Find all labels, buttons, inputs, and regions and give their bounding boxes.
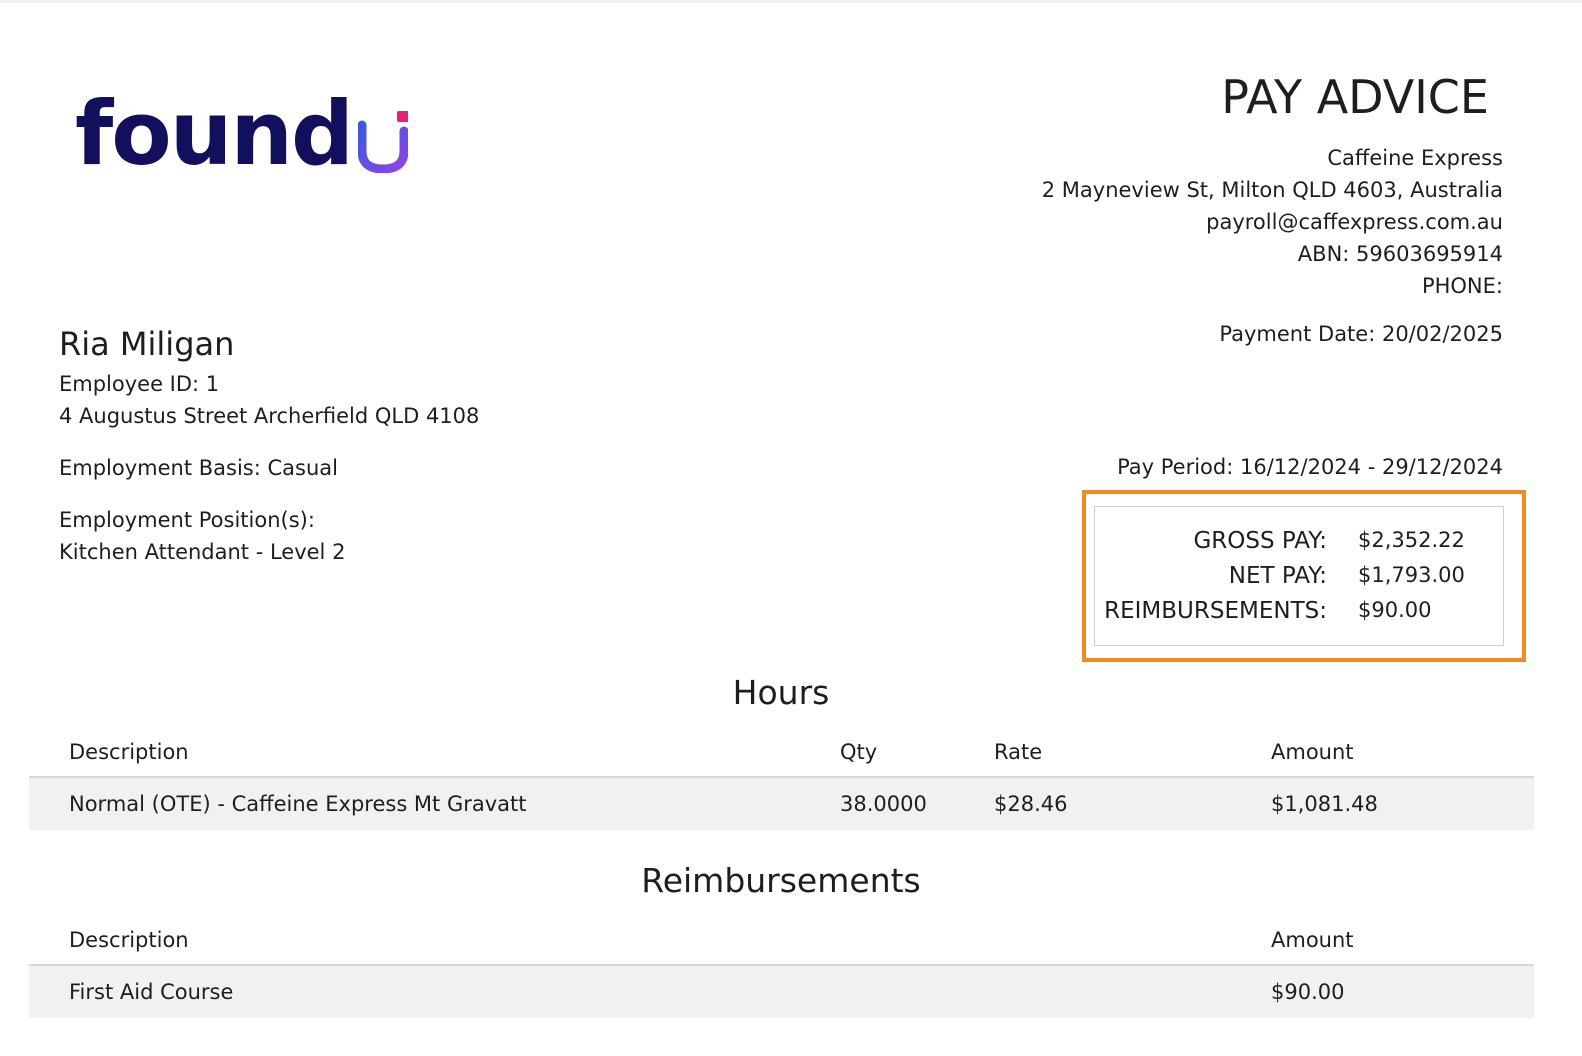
summary-row-gross: GROSS PAY: $2,352.22 [1095,528,1503,558]
payment-date: Payment Date: 20/02/2025 [1219,322,1503,346]
summary-row-reimbursements: REIMBURSEMENTS: $90.00 [1095,598,1503,628]
net-pay-label: NET PAY: [1228,563,1327,589]
employer-email: payroll@caffexpress.com.au [1206,210,1503,234]
employee-name: Ria Miligan [59,325,235,363]
reimbursements-row-amount: $90.00 [1271,980,1345,1004]
gross-pay-label: GROSS PAY: [1193,528,1327,554]
employer-abn: ABN: 59603695914 [1297,242,1503,266]
employer-address: 2 Mayneview St, Milton QLD 4603, Austral… [1041,178,1503,202]
top-divider [0,0,1582,3]
hours-header-description: Description [69,740,189,764]
reimbursements-value: $90.00 [1358,598,1432,622]
hours-row-description: Normal (OTE) - Caffeine Express Mt Grava… [69,792,527,816]
logo-wordmark: found [75,82,354,185]
company-logo: found [75,82,409,185]
hours-header-rate: Rate [994,740,1043,764]
employment-basis: Employment Basis: Casual [59,456,338,480]
reimbursements-header-amount: Amount [1271,928,1354,952]
employment-positions-label: Employment Position(s): [59,508,315,532]
hours-header-qty: Qty [840,740,878,764]
employee-address: 4 Augustus Street Archerfield QLD 4108 [59,404,480,428]
hours-header-amount: Amount [1271,740,1354,764]
hours-row-qty: 38.0000 [840,792,927,816]
reimbursements-header-description: Description [69,928,189,952]
net-pay-value: $1,793.00 [1358,563,1465,587]
reimbursements-table-header: Description Amount [29,916,1534,966]
logo-u-icon [358,111,409,173]
hours-row-rate: $28.46 [994,792,1068,816]
employer-phone: PHONE: [1421,274,1503,298]
reimbursements-row-description: First Aid Course [69,980,234,1004]
employment-position: Kitchen Attendant - Level 2 [59,540,346,564]
document-title: PAY ADVICE [1221,70,1489,124]
employee-id: Employee ID: 1 [59,372,220,396]
pay-period: Pay Period: 16/12/2024 - 29/12/2024 [1117,455,1503,479]
pay-summary-box: GROSS PAY: $2,352.22 NET PAY: $1,793.00 … [1094,506,1504,646]
table-row: Normal (OTE) - Caffeine Express Mt Grava… [29,778,1534,830]
employer-details: Caffeine Express 2 Mayneview St, Milton … [1042,142,1503,302]
employer-name: Caffeine Express [1327,146,1503,170]
pay-summary-highlight: GROSS PAY: $2,352.22 NET PAY: $1,793.00 … [1082,490,1526,662]
logo-accent-u-icon [358,111,409,173]
reimbursements-label: REIMBURSEMENTS: [1104,598,1327,624]
hours-row-amount: $1,081.48 [1271,792,1378,816]
hours-section-title: Hours [732,673,830,712]
table-row: First Aid Course $90.00 [29,966,1534,1018]
hours-table-header: Description Qty Rate Amount [29,728,1534,778]
summary-row-net: NET PAY: $1,793.00 [1095,563,1503,593]
gross-pay-value: $2,352.22 [1358,528,1465,552]
reimbursements-section-title: Reimbursements [641,861,921,900]
